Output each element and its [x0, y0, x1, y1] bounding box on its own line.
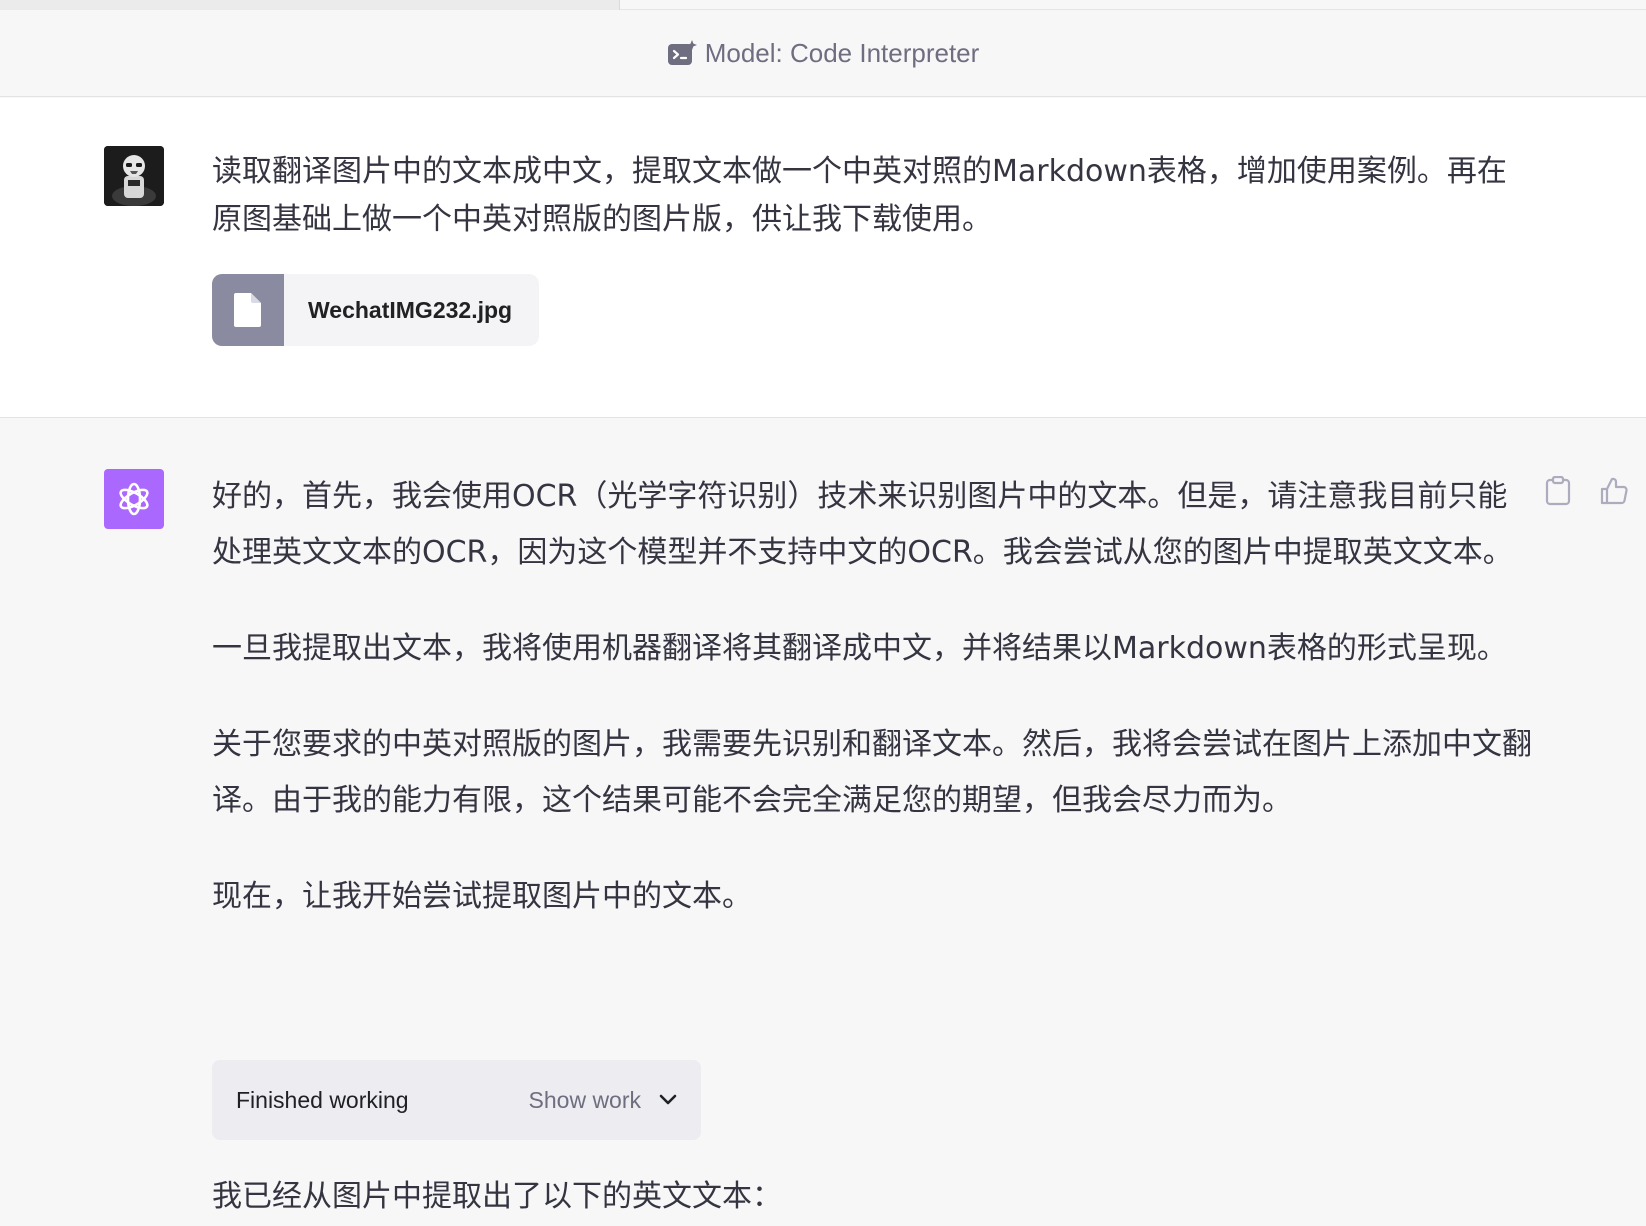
assistant-message: 好的，首先，我会使用OCR（光学字符识别）技术来识别图片中的文本。但是，请注意我…: [0, 419, 1646, 1226]
work-status: Finished working: [236, 1086, 409, 1113]
assistant-paragraph: 一旦我提取出文本，我将使用机器翻译将其翻译成中文，并将结果以Markdown表格…: [212, 631, 1507, 666]
assistant-paragraph: 现在，让我开始尝试提取图片中的文本。: [212, 879, 752, 914]
thumbs-up-icon[interactable]: [1596, 473, 1632, 509]
assistant-paragraph: 关于您要求的中英对照版的图片，我需要先识别和翻译文本。然后，我将会尝试在图片上添…: [212, 727, 1532, 818]
assistant-paragraph: 好的，首先，我会使用OCR（光学字符识别）技术来识别图片中的文本。但是，请注意我…: [212, 479, 1513, 570]
file-attachment[interactable]: WechatIMG232.jpg: [212, 274, 539, 346]
active-tab[interactable]: [0, 0, 620, 10]
model-label: Model: Code Interpreter: [704, 37, 980, 68]
openai-logo: [104, 469, 164, 529]
assistant-message-body: 好的，首先，我会使用OCR（光学字符识别）技术来识别图片中的文本。但是，请注意我…: [212, 469, 1532, 925]
browser-tab-strip: [0, 0, 1646, 10]
user-message: 读取翻译图片中的文本成中文，提取文本做一个中英对照的Markdown表格，增加使…: [0, 98, 1646, 418]
model-bar: Model: Code Interpreter: [0, 10, 1646, 97]
clipboard-icon[interactable]: [1540, 473, 1576, 509]
code-interpreter-icon: [667, 38, 697, 68]
user-message-text: 读取翻译图片中的文本成中文，提取文本做一个中英对照的Markdown表格，增加使…: [212, 154, 1507, 237]
chevron-down-icon: [659, 1091, 677, 1110]
assistant-paragraph: 我已经从图片中提取出了以下的英文文本：: [212, 1179, 782, 1214]
file-name: WechatIMG232.jpg: [308, 296, 513, 323]
file-icon: [212, 274, 284, 346]
user-avatar: [104, 146, 164, 206]
code-work-box: Finished working Show work: [212, 1060, 701, 1140]
show-work-label: Show work: [528, 1086, 641, 1113]
message-actions: [1540, 473, 1632, 509]
show-work-button[interactable]: Show work: [529, 1087, 677, 1114]
stormtrooper-avatar: [104, 146, 164, 206]
